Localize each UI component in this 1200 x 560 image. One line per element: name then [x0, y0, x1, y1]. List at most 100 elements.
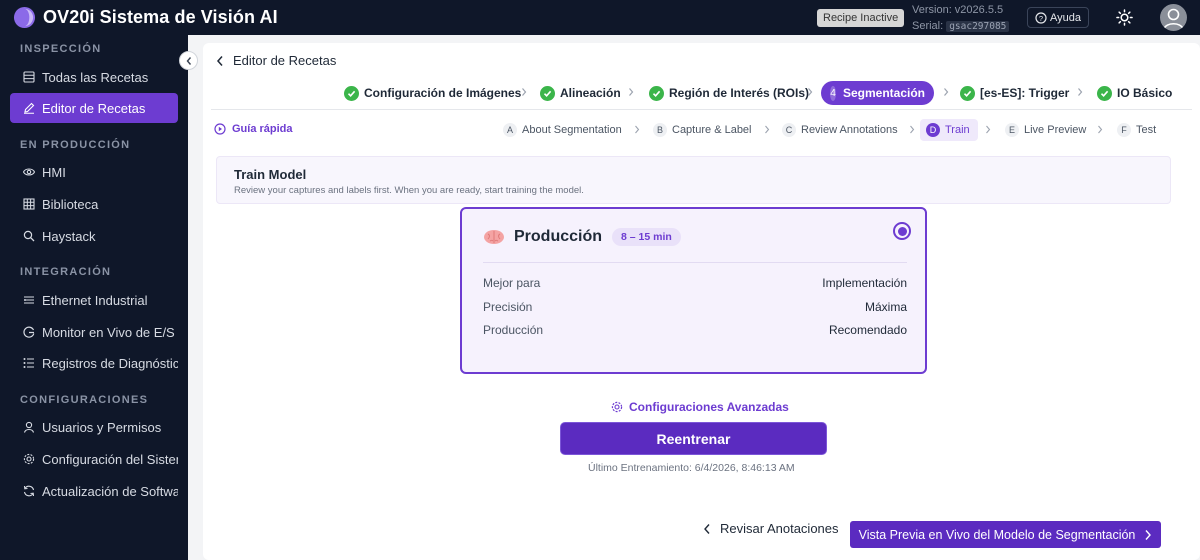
step-trigger[interactable]: [es-ES]: Trigger	[960, 81, 1069, 105]
sidebar-item-label: Actualización de Software	[42, 483, 178, 499]
chevron-left-icon	[186, 56, 191, 65]
substep-label: Capture & Label	[672, 124, 752, 136]
substep-about-segmentation[interactable]: A About Segmentation	[503, 119, 622, 141]
back-to-recipe-editor-link[interactable]: Editor de Recetas	[216, 53, 336, 68]
check-icon	[1097, 85, 1112, 101]
sidebar: INSPECCIÓN Todas las Recetas Editor de R…	[0, 35, 188, 560]
substep-letter: B	[653, 123, 667, 137]
refresh-icon	[23, 485, 35, 497]
step-label: Configuración de Imágenes	[364, 86, 522, 100]
step-io-basico[interactable]: IO Básico	[1097, 81, 1172, 105]
row-value: Implementación	[822, 276, 907, 290]
substep-review-annotations[interactable]: C Review Annotations	[782, 119, 898, 141]
sidebar-item-todas-las-recetas[interactable]: Todas las Recetas	[10, 62, 178, 92]
wizard-steps: Configuración de Imágenes Alineación Reg…	[203, 81, 1200, 105]
step-alineacion[interactable]: Alineación	[540, 81, 621, 105]
sidebar-item-label: Registros de Diagnóstico	[42, 355, 178, 371]
sidebar-item-haystack[interactable]: Haystack	[10, 221, 178, 251]
time-estimate-badge: 8 – 15 min	[612, 228, 681, 246]
back-link-label: Editor de Recetas	[233, 53, 337, 68]
steps-divider	[211, 109, 1192, 110]
step-label: Alineación	[560, 86, 621, 100]
logo-icon	[13, 6, 36, 29]
step-configuracion-de-imagenes[interactable]: Configuración de Imágenes	[344, 81, 521, 105]
train-model-info: Train Model Review your captures and lab…	[216, 156, 1171, 204]
train-model-title: Train Model	[234, 167, 307, 182]
sidebar-item-hmi[interactable]: HMI	[10, 157, 178, 187]
sidebar-item-label: HMI	[42, 164, 66, 180]
card-row: Precisión Máxima	[483, 300, 907, 314]
sidebar-item-biblioteca[interactable]: Biblioteca	[10, 189, 178, 219]
substep-label: Review Annotations	[801, 124, 898, 136]
gear-icon	[23, 453, 35, 465]
help-button[interactable]: ? Ayuda	[1027, 7, 1089, 28]
substep-letter: D	[926, 123, 940, 137]
card-divider	[483, 262, 907, 263]
chevron-right-icon	[910, 125, 915, 134]
list-icon	[23, 71, 35, 83]
sidebar-item-configuracion-del-sistema[interactable]: Configuración del Sistema	[10, 444, 178, 474]
advanced-settings-label: Configuraciones Avanzadas	[629, 400, 789, 414]
recipe-status-badge: Recipe Inactive	[817, 9, 905, 27]
row-key: Precisión	[483, 300, 533, 314]
card-header: Producción 8 – 15 min	[483, 228, 681, 246]
retrain-button[interactable]: Reentrenar	[560, 422, 827, 455]
substep-capture-label[interactable]: B Capture & Label	[653, 119, 752, 141]
review-annotations-label: Revisar Anotaciones	[720, 521, 839, 536]
chevron-right-icon	[1098, 125, 1103, 134]
serial-code: gsac297085	[946, 21, 1010, 32]
sidebar-item-ethernet-industrial[interactable]: Ethernet Industrial	[10, 285, 178, 315]
row-value: Recomendado	[828, 323, 907, 337]
step-segmentacion[interactable]: 4 Segmentación	[821, 81, 934, 105]
edit-icon	[24, 102, 35, 114]
sidebar-item-registros-de-diagnostico[interactable]: Registros de Diagnóstico	[10, 348, 178, 378]
training-option-card[interactable]: Producción 8 – 15 min Mejor para Impleme…	[460, 207, 927, 374]
chevron-left-icon	[704, 523, 710, 534]
row-key: Producción	[483, 323, 544, 337]
eye-icon	[23, 168, 35, 176]
app-title: OV20i Sistema de Visión AI	[43, 7, 278, 27]
advanced-settings-link[interactable]: Configuraciones Avanzadas	[611, 400, 789, 414]
monitor-icon	[23, 326, 35, 338]
user-avatar-icon[interactable]	[1160, 4, 1187, 31]
sun-icon[interactable]	[1116, 9, 1133, 26]
review-annotations-button[interactable]: Revisar Anotaciones	[703, 521, 839, 536]
card-row: Mejor para Implementación	[483, 276, 907, 290]
network-icon	[24, 296, 34, 304]
section-title-integracion: INTEGRACIÓN	[20, 266, 112, 278]
sidebar-collapse-button[interactable]	[179, 51, 198, 70]
sidebar-item-editor-de-recetas[interactable]: Editor de Recetas	[10, 93, 178, 123]
sidebar-item-label: Editor de Recetas	[42, 100, 146, 116]
step-label: [es-ES]: Trigger	[980, 86, 1070, 100]
substep-letter: C	[782, 123, 796, 137]
selected-radio[interactable]	[893, 222, 911, 240]
step-number: 4	[830, 85, 836, 101]
sidebar-item-actualizacion-de-software[interactable]: Actualización de Software	[10, 476, 178, 506]
substep-letter: F	[1117, 123, 1131, 137]
card-title: Producción	[514, 228, 603, 245]
sidebar-item-label: Monitor en Vivo de E/S	[42, 324, 175, 340]
live-preview-button[interactable]: Vista Previa en Vivo del Modelo de Segme…	[850, 521, 1161, 548]
sidebar-item-usuarios-y-permisos[interactable]: Usuarios y Permisos	[10, 412, 178, 442]
substep-test[interactable]: F Test	[1117, 119, 1156, 141]
svg-text:?: ?	[1039, 13, 1043, 22]
top-bar: OV20i Sistema de Visión AI Recipe Inacti…	[0, 0, 1200, 35]
chevron-right-icon	[765, 125, 770, 134]
sidebar-item-monitor-en-vivo[interactable]: Monitor en Vivo de E/S	[10, 317, 178, 347]
substep-label: Live Preview	[1024, 124, 1087, 136]
user-icon	[23, 421, 35, 433]
step-label: IO Básico	[1117, 86, 1173, 100]
sub-steps: A About Segmentation B Capture & Label C…	[203, 119, 1200, 141]
main-area: Editor de Recetas Configuración de Imáge…	[188, 35, 1200, 560]
train-model-subtitle: Review your captures and labels first. W…	[234, 185, 584, 196]
card-row: Producción Recomendado	[483, 323, 907, 337]
substep-label: About Segmentation	[522, 124, 622, 136]
editor-panel: Editor de Recetas Configuración de Imáge…	[203, 43, 1200, 560]
version-text: Version: v2026.5.5	[912, 4, 1004, 16]
chevron-right-icon	[808, 88, 813, 96]
substep-train[interactable]: D Train	[920, 119, 978, 141]
chevron-right-icon	[1078, 88, 1083, 96]
step-region-de-interes[interactable]: Región de Interés (ROIs)	[649, 81, 809, 105]
substep-live-preview[interactable]: E Live Preview	[1005, 119, 1086, 141]
last-training-text: Último Entrenamiento: 6/4/2026, 8:46:13 …	[588, 462, 795, 474]
